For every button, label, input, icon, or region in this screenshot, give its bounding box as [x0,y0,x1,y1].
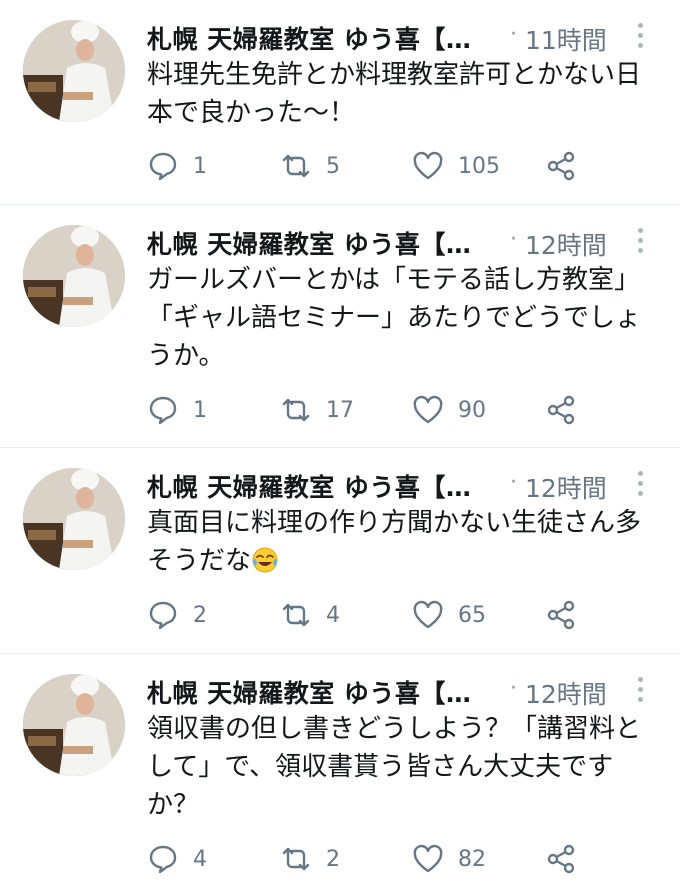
share-icon [547,600,575,630]
tweet-text: 料理先生免許とか料理教室許可とかない日本で良かった〜！ [147,60,642,128]
retweet-icon [282,603,310,627]
avatar[interactable] [23,20,125,122]
tweet[interactable]: 札幌 天婦羅教室 ゆう喜【… · 12時間 真面目に料理の作り方聞かない生徒さん… [0,448,680,654]
tweet-text: ガールズバーとかは「モテる話し方教室」「ギャル語セミナー」あたりでどうでしょうか… [147,265,642,371]
tweet[interactable]: 札幌 天婦羅教室 ゆう喜【… · 12時間 ガールズバーとかは「モテる話し方教室… [0,205,680,448]
reply-icon [149,396,177,425]
reply-count: 1 [193,397,207,423]
retweet-count: 17 [326,397,354,423]
reply-button[interactable]: 4 [147,841,207,877]
share-icon [547,844,575,874]
timestamp[interactable]: 12時間 [525,226,607,262]
share-icon [547,395,575,425]
like-icon [413,151,443,180]
tweet-header: 札幌 天婦羅教室 ゆう喜【… · 12時間 [147,223,660,263]
tweet-header: 札幌 天婦羅教室 ゆう喜【… · 11時間 [147,18,660,58]
retweet-count: 4 [326,602,340,628]
avatar[interactable] [23,674,125,776]
user-name[interactable]: 札幌 天婦羅教室 ゆう喜【… [147,20,497,56]
more-options-icon[interactable] [638,23,644,49]
separator-dot: · [510,676,517,701]
like-icon [413,600,443,629]
separator-dot: · [510,470,517,495]
like-button[interactable]: 105 [412,148,500,184]
avatar[interactable] [23,468,125,570]
tweet-header: 札幌 天婦羅教室 ゆう喜【… · 12時間 [147,672,660,712]
avatar[interactable] [23,225,125,327]
timestamp[interactable]: 12時間 [525,469,607,505]
retweet-button[interactable]: 2 [280,841,340,877]
share-button[interactable] [545,148,577,184]
tweet-text-body: 真面目に料理の作り方聞かない生徒さん多そうだな [147,508,642,576]
reply-count: 1 [193,153,207,179]
tweet-text: 領収書の但し書きどうしよう？「講習料として」で、領収書貰う皆さん大丈夫ですか？ [147,714,642,820]
retweet-icon [282,847,310,871]
reply-icon [149,601,177,630]
retweet-count: 2 [326,846,340,872]
reply-button[interactable]: 2 [147,597,207,633]
tweet-header: 札幌 天婦羅教室 ゆう喜【… · 12時間 [147,466,660,506]
tweet[interactable]: 札幌 天婦羅教室 ゆう喜【… · 12時間 領収書の但し書きどうしよう？「講習料… [0,654,680,892]
reply-button[interactable]: 1 [147,392,207,428]
timestamp[interactable]: 11時間 [525,21,607,57]
retweet-button[interactable]: 5 [280,148,340,184]
like-count: 82 [458,846,486,872]
tweet-actions: 1 5 105 [147,148,680,184]
retweet-button[interactable]: 4 [280,597,340,633]
like-icon [413,395,443,424]
like-icon [413,844,443,873]
share-button[interactable] [545,841,577,877]
like-count: 65 [458,602,486,628]
user-name[interactable]: 札幌 天婦羅教室 ゆう喜【… [147,674,497,710]
retweet-icon [282,398,310,422]
reply-button[interactable]: 1 [147,148,207,184]
retweet-icon [282,154,310,178]
like-count: 90 [458,397,486,423]
user-name[interactable]: 札幌 天婦羅教室 ゆう喜【… [147,468,497,504]
more-options-icon[interactable] [638,677,644,703]
like-button[interactable]: 82 [412,841,486,877]
like-count: 105 [458,153,500,179]
retweet-count: 5 [326,153,340,179]
more-options-icon[interactable] [638,471,644,497]
like-button[interactable]: 90 [412,392,486,428]
reply-icon [149,845,177,874]
tweet[interactable]: 札幌 天婦羅教室 ゆう喜【… · 11時間 料理先生免許とか料理教室許可とかない… [0,0,680,205]
reply-count: 2 [193,602,207,628]
share-button[interactable] [545,597,577,633]
reply-count: 4 [193,846,207,872]
share-button[interactable] [545,392,577,428]
like-button[interactable]: 65 [412,597,486,633]
tweet-actions: 1 17 90 [147,392,680,428]
face-with-tears-of-joy-icon [251,546,279,574]
separator-dot: · [510,227,517,252]
tweet-actions: 2 4 65 [147,597,680,633]
more-options-icon[interactable] [638,228,644,254]
share-icon [547,151,575,181]
tweet-text: 真面目に料理の作り方聞かない生徒さん多そうだな [147,504,657,580]
retweet-button[interactable]: 17 [280,392,354,428]
separator-dot: · [510,22,517,47]
reply-icon [149,152,177,181]
tweet-actions: 4 2 82 [147,841,680,877]
timestamp[interactable]: 12時間 [525,675,607,711]
user-name[interactable]: 札幌 天婦羅教室 ゆう喜【… [147,225,497,261]
